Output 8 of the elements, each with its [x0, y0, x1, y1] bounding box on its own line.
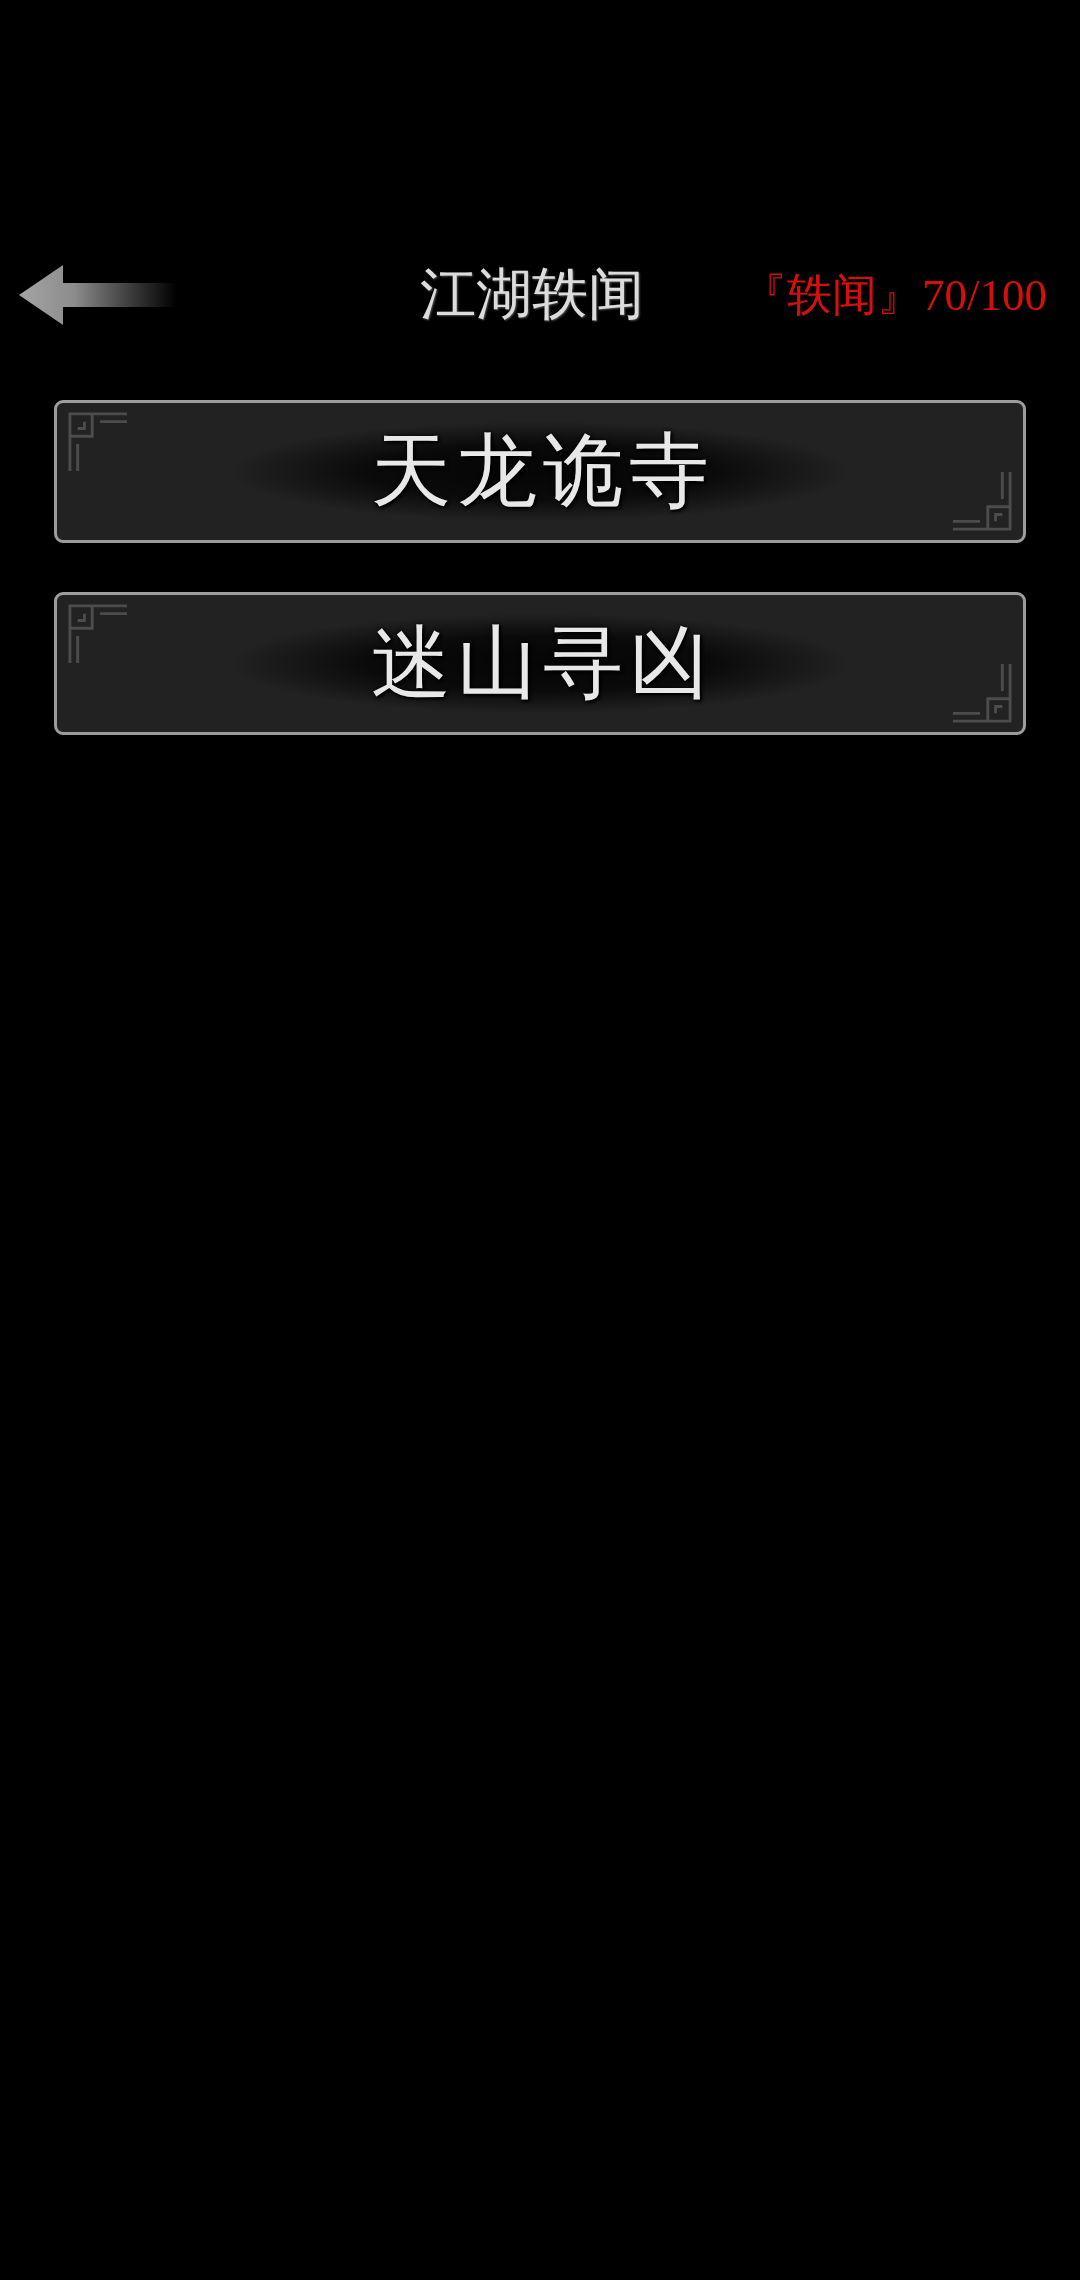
page-title: 江湖轶闻 — [420, 260, 644, 328]
corner-ornament-icon — [67, 603, 129, 665]
corner-ornament-icon — [951, 470, 1013, 532]
chapter-button[interactable]: 天龙诡寺 — [54, 400, 1026, 543]
chapter-button[interactable]: 迷山寻凶 — [54, 592, 1026, 735]
progress-counter: 『轶闻』70/100 — [742, 269, 1047, 322]
corner-ornament-icon — [951, 662, 1013, 724]
corner-ornament-icon — [67, 411, 129, 473]
